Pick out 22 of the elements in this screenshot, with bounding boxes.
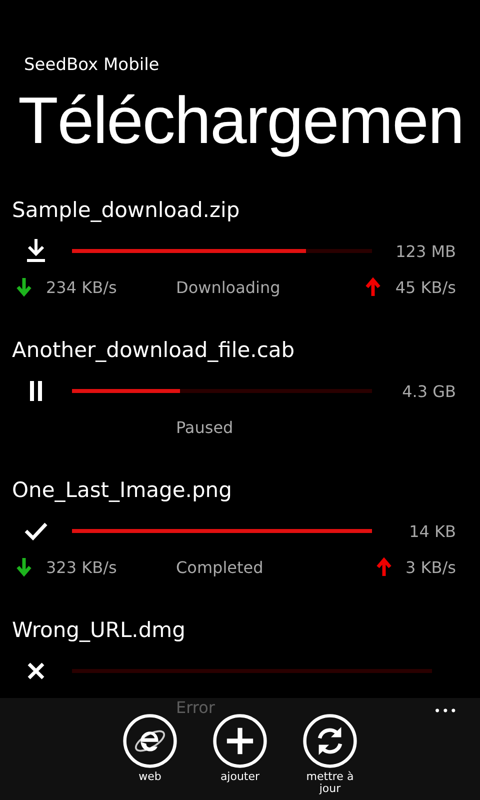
file-name[interactable]: Sample_download.zip (0, 195, 240, 225)
down-arrow-icon (16, 557, 32, 577)
status-text: Paused (176, 418, 234, 436)
file-name[interactable]: Wrong_URL.dmg (0, 615, 186, 645)
download-speed: 323 KB/s (46, 558, 117, 576)
file-size: 14 KB (409, 522, 456, 540)
status-text: Downloading (176, 278, 280, 296)
status-text: Error (176, 698, 215, 716)
download-speed: 234 KB/s (46, 278, 117, 296)
page-title: Téléchargemen (18, 82, 464, 158)
file-name[interactable]: One_Last_Image.png (0, 475, 232, 505)
file-name[interactable]: Another_download_file.cab (0, 335, 295, 365)
up-arrow-icon (376, 557, 392, 577)
file-size: 4.3 GB (402, 382, 456, 400)
file-size: 123 MB (396, 242, 456, 260)
status-text: Completed (176, 558, 264, 576)
upload-speed: 45 KB/s (395, 278, 456, 296)
down-arrow-icon (16, 277, 32, 297)
app-title: SeedBox Mobile (23, 54, 160, 76)
more-button[interactable]: ••• (432, 702, 460, 720)
up-arrow-icon (365, 277, 382, 297)
upload-speed: 3 KB/s (406, 558, 456, 576)
